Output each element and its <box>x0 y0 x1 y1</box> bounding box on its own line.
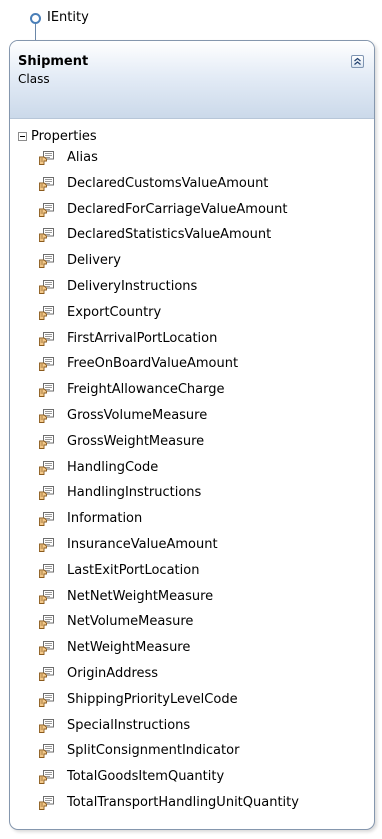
property-item[interactable]: DeliveryInstructions <box>10 277 374 303</box>
property-item[interactable]: NetNetWeightMeasure <box>10 587 374 613</box>
properties-compartment-header[interactable]: Properties <box>10 127 374 147</box>
property-hand-icon <box>38 176 56 192</box>
property-item[interactable]: DeclaredForCarriageValueAmount <box>10 200 374 226</box>
interface-lollipop: IEntity <box>30 8 230 40</box>
property-item[interactable]: Information <box>10 509 374 535</box>
property-hand-icon <box>38 150 56 166</box>
interface-connector <box>35 24 36 40</box>
property-item[interactable]: GrossWeightMeasure <box>10 432 374 458</box>
collapse-minus-icon[interactable] <box>18 132 27 141</box>
property-item[interactable]: SplitConsignmentIndicator <box>10 741 374 767</box>
property-label: HandlingCode <box>67 459 159 475</box>
property-label: FreeOnBoardValueAmount <box>67 356 239 372</box>
property-hand-icon <box>38 640 56 656</box>
property-hand-icon <box>38 382 56 398</box>
property-item[interactable]: Alias <box>10 148 374 174</box>
property-hand-icon <box>38 460 56 476</box>
property-item[interactable]: ShippingPriorityLevelCode <box>10 690 374 716</box>
property-label: OriginAddress <box>67 665 159 681</box>
property-hand-icon <box>38 434 56 450</box>
property-item[interactable]: InsuranceValueAmount <box>10 535 374 561</box>
interface-name[interactable]: IEntity <box>47 10 89 26</box>
property-label: GrossVolumeMeasure <box>67 407 208 423</box>
property-item[interactable]: TotalTransportHandlingUnitQuantity <box>10 793 374 819</box>
property-hand-icon <box>38 356 56 372</box>
property-item[interactable]: HandlingCode <box>10 458 374 484</box>
property-label: NetWeightMeasure <box>67 640 191 656</box>
property-label: DeliveryInstructions <box>67 278 198 294</box>
class-shape[interactable]: Shipment Class Properties Alias Declared… <box>9 40 375 830</box>
property-label: FirstArrivalPortLocation <box>67 330 218 346</box>
property-label: NetNetWeightMeasure <box>67 588 214 604</box>
class-name[interactable]: Shipment <box>18 54 88 70</box>
property-item[interactable]: FreightAllowanceCharge <box>10 380 374 406</box>
property-hand-icon <box>38 743 56 759</box>
property-hand-icon <box>38 718 56 734</box>
property-label: Delivery <box>67 253 121 269</box>
property-label: SplitConsignmentIndicator <box>67 743 240 759</box>
property-hand-icon <box>38 485 56 501</box>
property-item[interactable]: ExportCountry <box>10 303 374 329</box>
property-hand-icon <box>38 279 56 295</box>
property-hand-icon <box>38 305 56 321</box>
property-label: NetVolumeMeasure <box>67 614 194 630</box>
property-hand-icon <box>38 537 56 553</box>
property-hand-icon <box>38 769 56 785</box>
property-label: DeclaredStatisticsValueAmount <box>67 227 272 243</box>
property-item[interactable]: HandlingInstructions <box>10 483 374 509</box>
property-hand-icon <box>38 589 56 605</box>
property-label: TotalGoodsItemQuantity <box>67 769 225 785</box>
property-label: SpecialInstructions <box>67 717 191 733</box>
property-item[interactable]: Delivery <box>10 251 374 277</box>
interface-lollipop-icon <box>30 13 41 24</box>
property-label: ShippingPriorityLevelCode <box>67 691 238 707</box>
property-label: ExportCountry <box>67 304 162 320</box>
property-label: Alias <box>67 150 98 165</box>
property-hand-icon <box>38 614 56 630</box>
property-item[interactable]: NetVolumeMeasure <box>10 612 374 638</box>
collapse-chevrons-icon[interactable] <box>351 55 364 68</box>
properties-title: Properties <box>31 129 97 144</box>
property-label: InsuranceValueAmount <box>67 536 218 552</box>
property-list: Alias DeclaredCustomsValueAmount Declare… <box>10 148 374 819</box>
property-item[interactable]: FirstArrivalPortLocation <box>10 329 374 355</box>
property-item[interactable]: DeclaredStatisticsValueAmount <box>10 225 374 251</box>
properties-compartment: Properties Alias DeclaredCustomsValueAmo… <box>10 127 374 810</box>
class-kind: Class <box>18 72 50 86</box>
property-item[interactable]: DeclaredCustomsValueAmount <box>10 174 374 200</box>
property-label: FreightAllowanceCharge <box>67 382 225 398</box>
property-item[interactable]: LastExitPortLocation <box>10 561 374 587</box>
property-hand-icon <box>38 692 56 708</box>
property-label: Information <box>67 511 143 527</box>
property-label: HandlingInstructions <box>67 485 202 501</box>
property-hand-icon <box>38 331 56 347</box>
property-label: GrossWeightMeasure <box>67 433 205 449</box>
property-hand-icon <box>38 563 56 579</box>
property-hand-icon <box>38 666 56 682</box>
property-label: LastExitPortLocation <box>67 562 200 578</box>
property-hand-icon <box>38 795 56 811</box>
property-item[interactable]: FreeOnBoardValueAmount <box>10 354 374 380</box>
property-label: TotalTransportHandlingUnitQuantity <box>67 794 299 810</box>
property-item[interactable]: OriginAddress <box>10 664 374 690</box>
property-hand-icon <box>38 408 56 424</box>
property-hand-icon <box>38 511 56 527</box>
property-label: DeclaredForCarriageValueAmount <box>67 201 288 217</box>
property-item[interactable]: NetWeightMeasure <box>10 638 374 664</box>
property-item[interactable]: TotalGoodsItemQuantity <box>10 767 374 793</box>
class-header[interactable]: Shipment Class <box>10 41 374 119</box>
property-hand-icon <box>38 227 56 243</box>
property-hand-icon <box>38 202 56 218</box>
property-label: DeclaredCustomsValueAmount <box>67 175 269 191</box>
property-hand-icon <box>38 253 56 269</box>
property-item[interactable]: SpecialInstructions <box>10 716 374 742</box>
property-item[interactable]: GrossVolumeMeasure <box>10 406 374 432</box>
